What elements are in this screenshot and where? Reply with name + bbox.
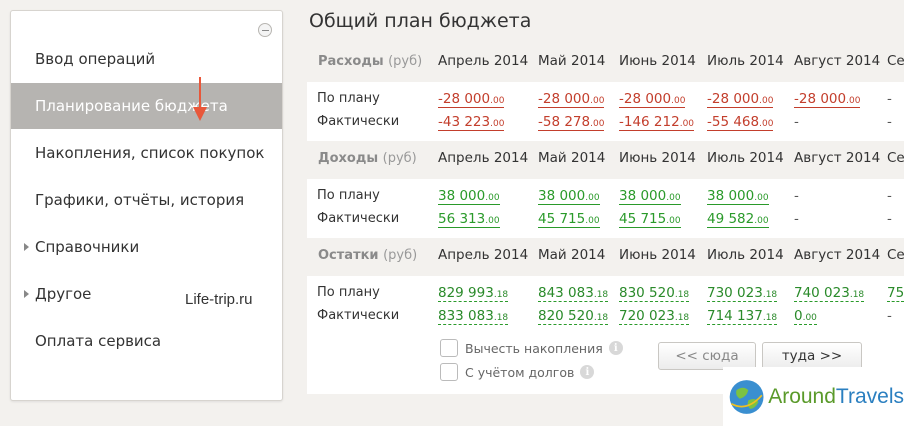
budget-value[interactable]: 720 023.18 (619, 308, 690, 325)
month-header: Июнь 2014 (619, 247, 696, 263)
month-header: Август 2014 (794, 53, 881, 69)
budget-value[interactable]: -28 000.00 (619, 91, 686, 108)
sidebar-item-label: Графики, отчёты, история (35, 191, 245, 209)
budget-value[interactable]: 75 (887, 285, 904, 302)
next-period-button[interactable]: туда >> (762, 342, 862, 370)
budget-value: - (794, 114, 799, 130)
sidebar-item[interactable]: Планирование бюджета (11, 83, 282, 129)
month-header: Се (887, 53, 904, 69)
budget-value[interactable]: -43 223.00 (438, 114, 505, 131)
collapse-icon[interactable] (258, 23, 272, 37)
budget-value: - (887, 188, 892, 204)
budget-value: - (794, 211, 799, 227)
budget-value[interactable]: 829 993.18 (438, 285, 509, 302)
month-header: Июнь 2014 (619, 150, 696, 166)
budget-value[interactable]: 843 083.18 (538, 285, 609, 302)
budget-value[interactable]: 833 083.18 (438, 308, 509, 325)
sidebar-item-label: Накопления, список покупок (35, 144, 265, 162)
budget-value: - (887, 308, 892, 324)
section-title: Доходы (руб) (318, 151, 417, 166)
budget-value[interactable]: 49 582.00 (707, 211, 769, 228)
option-with-debts[interactable]: С учётом долгов i (440, 363, 595, 381)
month-header: Август 2014 (794, 247, 881, 263)
with-debts-label: С учётом долгов (465, 364, 575, 380)
sidebar-item[interactable]: Справочники (11, 224, 282, 270)
sidebar-item-label: Оплата сервиса (35, 332, 162, 350)
info-icon[interactable]: i (580, 365, 595, 379)
budget-value: - (794, 188, 799, 204)
budget-value[interactable]: 56 313.00 (438, 211, 500, 228)
budget-value[interactable]: -28 000.00 (707, 91, 774, 108)
deduct-savings-label: Вычесть накопления (465, 340, 603, 356)
month-header: Апрель 2014 (438, 150, 529, 166)
budget-value[interactable]: 38 000.00 (538, 188, 600, 205)
row-label: Фактически (317, 211, 400, 226)
budget-value[interactable]: -28 000.00 (438, 91, 505, 108)
watermark-text: Life-trip.ru (185, 291, 253, 308)
aroundtravels-logo: AroundTravels (723, 367, 904, 426)
sidebar-item-label: Другое (35, 285, 92, 303)
option-deduct-savings[interactable]: Вычесть накопления i (440, 339, 623, 357)
budget-value[interactable]: -58 278.00 (538, 114, 605, 131)
budget-value[interactable]: -55 468.00 (707, 114, 774, 131)
sidebar-item[interactable]: Ввод операций (11, 36, 282, 82)
row-label: По плану (317, 188, 380, 203)
budget-value[interactable]: 0.00 (794, 308, 817, 325)
sidebar-item-label: Ввод операций (35, 50, 156, 68)
with-debts-checkbox[interactable] (440, 363, 458, 381)
budget-value[interactable]: -28 000.00 (794, 91, 861, 108)
globe-icon (729, 379, 764, 414)
logo-text: AroundTravels (768, 384, 904, 408)
budget-value[interactable]: 730 023.18 (707, 285, 778, 302)
month-header: Се (887, 150, 904, 166)
sidebar: Ввод операций Планирование бюджета Накопле… (10, 10, 283, 401)
month-header: Июль 2014 (707, 247, 784, 263)
month-header: Июль 2014 (707, 53, 784, 69)
row-label: Фактически (317, 308, 400, 323)
deduct-savings-checkbox[interactable] (440, 339, 458, 357)
sidebar-item-label: Справочники (35, 238, 140, 256)
month-header: Се (887, 247, 904, 263)
budget-value[interactable]: 714 137.18 (707, 308, 778, 325)
budget-value: - (887, 114, 892, 130)
budget-value: - (887, 91, 892, 107)
budget-value[interactable]: 830 520.18 (619, 285, 690, 302)
sidebar-item[interactable]: Графики, отчёты, история (11, 177, 282, 223)
sidebar-item[interactable]: Оплата сервиса (11, 318, 282, 364)
budget-value[interactable]: -28 000.00 (538, 91, 605, 108)
chevron-right-icon (24, 290, 29, 298)
sidebar-item[interactable]: Накопления, список покупок (11, 130, 282, 176)
row-label: По плану (317, 285, 380, 300)
month-header: Май 2014 (538, 53, 606, 69)
row-label: По плану (317, 91, 380, 106)
budget-value[interactable]: 38 000.00 (438, 188, 500, 205)
month-header: Июль 2014 (707, 150, 784, 166)
budget-value: - (887, 211, 892, 227)
month-header: Июнь 2014 (619, 53, 696, 69)
month-header: Апрель 2014 (438, 247, 529, 263)
budget-value[interactable]: -146 212.00 (619, 114, 695, 131)
row-label: Фактически (317, 114, 400, 129)
budget-value[interactable]: 45 715.00 (619, 211, 681, 228)
prev-period-button[interactable]: << сюда (658, 342, 756, 370)
month-header: Август 2014 (794, 150, 881, 166)
month-header: Май 2014 (538, 247, 606, 263)
budget-value[interactable]: 740 023.18 (794, 285, 865, 302)
section-title: Расходы (руб) (318, 54, 423, 69)
budget-value[interactable]: 820 520.18 (538, 308, 609, 325)
section-title: Остатки (руб) (318, 248, 418, 263)
chevron-right-icon (24, 243, 29, 251)
month-header: Апрель 2014 (438, 53, 529, 69)
budget-value[interactable]: 38 000.00 (619, 188, 681, 205)
page-title: Общий план бюджета (309, 10, 532, 32)
budget-value[interactable]: 45 715.00 (538, 211, 600, 228)
month-header: Май 2014 (538, 150, 606, 166)
budget-value[interactable]: 38 000.00 (707, 188, 769, 205)
info-icon[interactable]: i (608, 341, 623, 355)
annotation-arrow-icon (193, 77, 207, 121)
